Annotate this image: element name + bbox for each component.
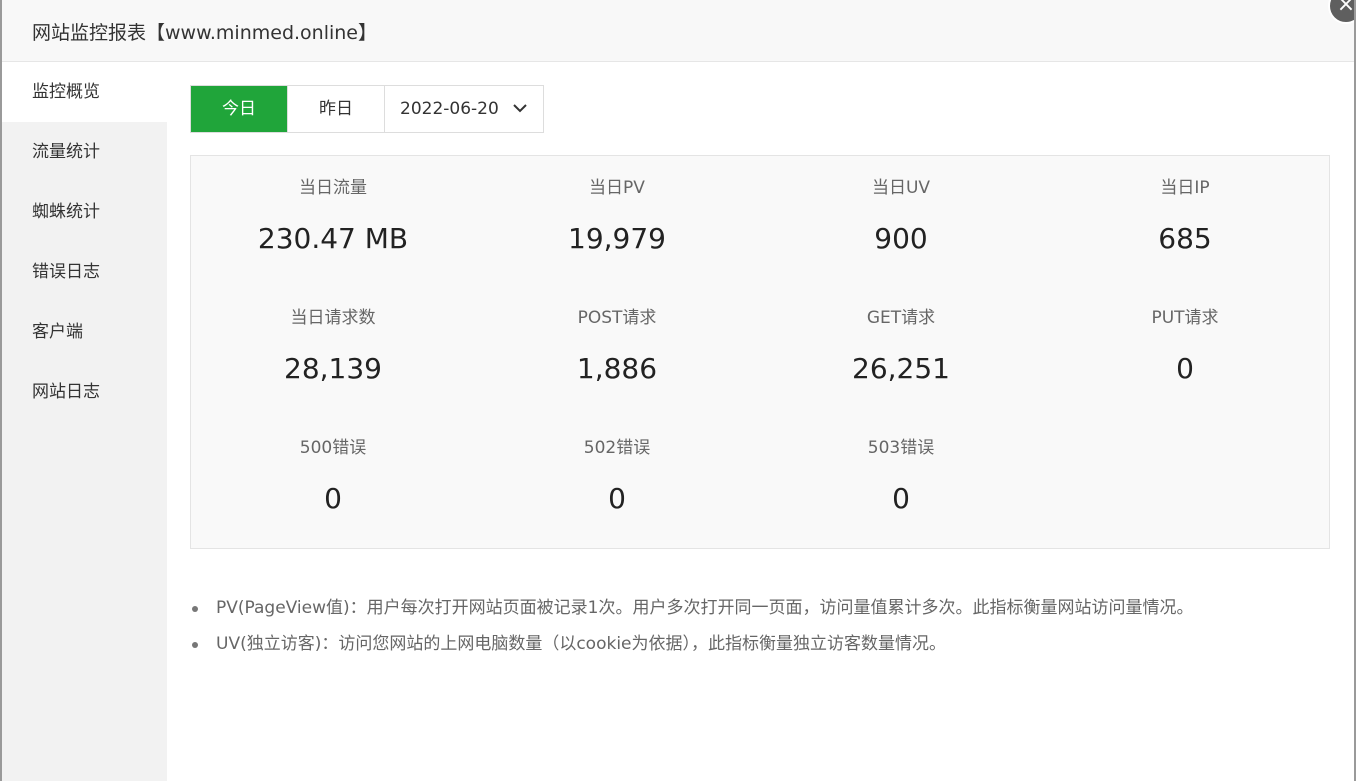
stat-item: 503错误 0 — [759, 436, 1043, 516]
stat-label: GET请求 — [866, 308, 936, 328]
stat-item: 500错误 0 — [191, 436, 475, 516]
help-notes: PV(PageView值)：用户每次打开网站页面被记录1次。用户多次打开同一页面… — [192, 594, 1193, 666]
stat-label: 当日请求数 — [290, 308, 376, 328]
stat-value: 0 — [324, 482, 342, 515]
dialog-title-bar: 网站监控报表【www.minmed.online】 — [2, 0, 1354, 62]
stat-value: 900 — [874, 222, 928, 255]
stat-value: 26,251 — [852, 352, 950, 385]
stat-label: 当日UV — [871, 178, 931, 198]
sidebar-item-traffic[interactable]: 流量统计 — [2, 122, 167, 182]
stat-item: GET请求 26,251 — [759, 306, 1043, 386]
stat-label: 500错误 — [299, 438, 367, 458]
stat-label: 当日IP — [1160, 178, 1210, 198]
sidebar-item-client[interactable]: 客户端 — [2, 302, 167, 362]
date-button-group: 今日 昨日 2022-06-20 — [190, 85, 544, 133]
close-icon: × — [1336, 0, 1354, 17]
stats-panel: 当日流量 230.47 MB 当日PV 19,979 当日UV 900 当日IP… — [190, 155, 1330, 549]
stat-item: 当日PV 19,979 — [475, 176, 759, 256]
chevron-down-icon — [513, 104, 527, 113]
stat-value: 0 — [892, 482, 910, 515]
stat-value: 1,886 — [576, 352, 658, 385]
date-picker-value: 2022-06-20 — [400, 99, 499, 119]
stat-item: 502错误 0 — [475, 436, 759, 516]
note-pv: PV(PageView值)：用户每次打开网站页面被记录1次。用户多次打开同一页面… — [192, 594, 1193, 630]
stat-label: PUT请求 — [1151, 308, 1219, 328]
stat-item: 当日IP 685 — [1043, 176, 1327, 256]
yesterday-button[interactable]: 昨日 — [288, 86, 385, 132]
stat-item: 当日UV 900 — [759, 176, 1043, 256]
sidebar-item-site-log[interactable]: 网站日志 — [2, 362, 167, 422]
sidebar-item-error-log[interactable]: 错误日志 — [2, 242, 167, 302]
stat-label: 502错误 — [583, 438, 651, 458]
sidebar-item-spider[interactable]: 蜘蛛统计 — [2, 182, 167, 242]
stat-item: PUT请求 0 — [1043, 306, 1327, 386]
stat-label: POST请求 — [577, 308, 657, 328]
stat-value: 685 — [1158, 222, 1212, 255]
stat-value: 0 — [1176, 352, 1194, 385]
stat-label: 当日流量 — [299, 178, 367, 198]
dialog-title: 网站监控报表【www.minmed.online】 — [32, 22, 377, 44]
main-content: 今日 昨日 2022-06-20 当日流量 230.47 MB 当日PV 19,… — [167, 62, 1354, 781]
stat-label: 当日PV — [589, 178, 645, 198]
sidebar-item-overview[interactable]: 监控概览 — [2, 62, 167, 122]
sidebar: 监控概览 流量统计 蜘蛛统计 错误日志 客户端 网站日志 — [2, 62, 167, 781]
stat-value: 0 — [608, 482, 626, 515]
date-picker[interactable]: 2022-06-20 — [385, 86, 543, 132]
stat-value: 19,979 — [568, 222, 666, 255]
monitor-dialog: 网站监控报表【www.minmed.online】 监控概览 流量统计 蜘蛛统计… — [2, 0, 1354, 781]
stat-label: 503错误 — [867, 438, 935, 458]
stat-value: 28,139 — [284, 352, 382, 385]
stat-value: 230.47 MB — [257, 222, 409, 255]
stat-item: 当日流量 230.47 MB — [191, 176, 475, 256]
note-uv: UV(独立访客)：访问您网站的上网电脑数量（以cookie为依据），此指标衡量独… — [192, 630, 1193, 666]
today-button[interactable]: 今日 — [191, 86, 288, 132]
stat-item: POST请求 1,886 — [475, 306, 759, 386]
stat-item: 当日请求数 28,139 — [191, 306, 475, 386]
